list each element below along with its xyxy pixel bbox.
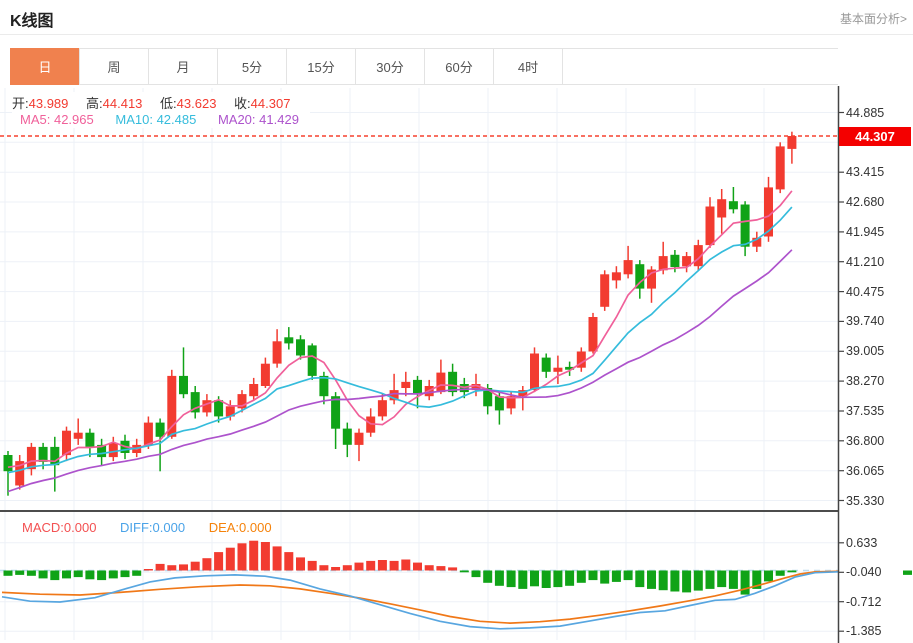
axis-tick-label: 36.800 xyxy=(846,434,884,448)
close-label: 收: xyxy=(234,96,251,111)
low-value: 43.623 xyxy=(177,96,217,111)
last-price-badge: 44.307 xyxy=(839,127,911,146)
open-value: 43.989 xyxy=(29,96,69,111)
grid-layer xyxy=(0,88,844,640)
axis-tick-label: 41.945 xyxy=(846,225,884,239)
axis-tick-label: 41.210 xyxy=(846,255,884,269)
axis-tick-label: 0.633 xyxy=(846,536,877,550)
open-label: 开: xyxy=(12,96,29,111)
axis-tick-label: 39.005 xyxy=(846,344,884,358)
ma10-value: MA10: 42.485 xyxy=(115,112,196,127)
axis-tick-label: 39.740 xyxy=(846,314,884,328)
macd-readout: MACD:0.000 DIFF:0.000 DEA:0.000 xyxy=(22,520,272,535)
high-value: 44.413 xyxy=(103,96,143,111)
axis-tick-label: 40.475 xyxy=(846,285,884,299)
high-label: 高: xyxy=(86,96,103,111)
axis-tick-label: 36.065 xyxy=(846,464,884,478)
axis-tick-label: -0.040 xyxy=(846,565,881,579)
axis-tick-label: 42.680 xyxy=(846,195,884,209)
axis-tick-label: -1.385 xyxy=(846,624,881,638)
low-label: 低: xyxy=(160,96,177,111)
axis-tick-label: -0.712 xyxy=(846,595,881,609)
axis-tick-label: 38.270 xyxy=(846,374,884,388)
diff-value: DIFF:0.000 xyxy=(120,520,185,535)
axis-tick-label: 35.330 xyxy=(846,494,884,508)
macd-latest-bar xyxy=(903,571,912,575)
kline-screen: K线图 基本面分析> 日周月5分15分30分60分4时 开:43.989 高:4… xyxy=(0,0,913,643)
ma20-value: MA20: 41.429 xyxy=(218,112,299,127)
axis-tick-label: 43.415 xyxy=(846,165,884,179)
axis-tick-label: 44.885 xyxy=(846,106,884,120)
ohlc-readout: 开:43.989 高:44.413 低:43.623 收:44.307 xyxy=(12,92,310,113)
macd-value: MACD:0.000 xyxy=(22,520,96,535)
axis-tick-label: 37.535 xyxy=(846,404,884,418)
macd-histogram xyxy=(4,541,797,595)
ma5-value: MA5: 42.965 xyxy=(20,112,94,127)
ma-readout: MA5: 42.965 MA10: 42.485 MA20: 41.429 xyxy=(20,111,305,128)
close-value: 44.307 xyxy=(251,96,291,111)
dea-value: DEA:0.000 xyxy=(209,520,272,535)
